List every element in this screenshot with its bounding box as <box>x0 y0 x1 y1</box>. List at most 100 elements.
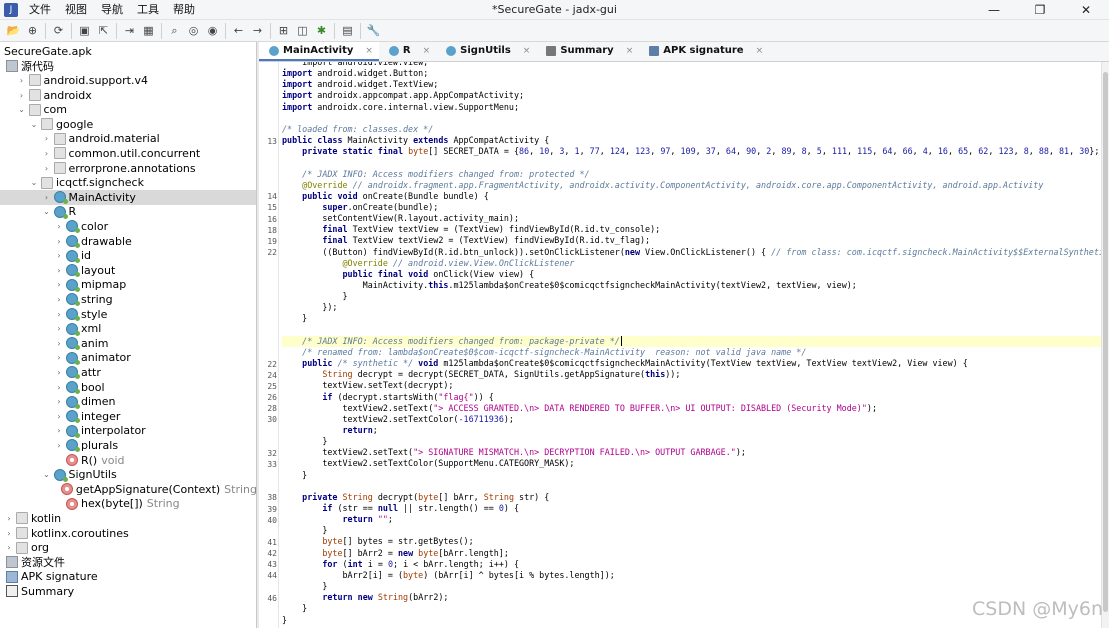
tree-pkg-icqctf-signcheck[interactable]: ⌄ icqctf.signcheck <box>0 175 256 190</box>
tree-class-r-attr[interactable]: › attr <box>0 365 256 380</box>
flatten-packages-icon[interactable]: ▦ <box>140 22 158 40</box>
expand-chevron-icon[interactable]: › <box>54 412 64 421</box>
expand-chevron-icon[interactable]: › <box>54 237 64 246</box>
expand-chevron-icon[interactable]: › <box>17 76 27 85</box>
tree-summary[interactable]: Summary <box>0 584 256 599</box>
menu-view[interactable]: 视图 <box>58 0 94 20</box>
tree-source-code[interactable]: 源代码 <box>0 59 256 74</box>
quark-icon[interactable]: ◫ <box>294 22 312 40</box>
tree-pkg-androidx[interactable]: › androidx <box>0 88 256 103</box>
expand-chevron-icon[interactable]: › <box>54 310 64 319</box>
tab-close-icon[interactable]: × <box>365 46 373 56</box>
tab-summary[interactable]: Summary × <box>536 42 639 61</box>
expand-chevron-icon[interactable]: › <box>42 134 52 143</box>
expand-chevron-icon[interactable]: › <box>4 529 14 538</box>
tree-class-r-mipmap[interactable]: › mipmap <box>0 278 256 293</box>
log-viewer-icon[interactable]: ▤ <box>339 22 357 40</box>
expand-chevron-icon[interactable]: › <box>42 193 52 202</box>
expand-chevron-icon[interactable]: › <box>54 383 64 392</box>
tree-pkg-android-material[interactable]: › android.material <box>0 132 256 147</box>
minimize-button[interactable]: — <box>971 0 1017 20</box>
expand-chevron-icon[interactable]: › <box>42 149 52 158</box>
menu-help[interactable]: 帮助 <box>166 0 202 20</box>
search-icon[interactable]: ⌕ <box>166 22 184 40</box>
tree-class-r-interpolator[interactable]: › interpolator <box>0 424 256 439</box>
expand-chevron-icon[interactable]: › <box>54 266 64 275</box>
search-usage-icon[interactable]: ◉ <box>204 22 222 40</box>
tab-close-icon[interactable]: × <box>626 46 634 56</box>
tree-method-r-constructor[interactable]: R() void <box>0 453 256 468</box>
tab-close-icon[interactable]: × <box>523 46 531 56</box>
expand-chevron-icon[interactable]: › <box>54 353 64 362</box>
expand-chevron-icon[interactable]: › <box>54 441 64 450</box>
preferences-wrench-icon[interactable]: 🔧 <box>365 22 383 40</box>
tree-class-mainactivity[interactable]: › MainActivity <box>0 190 256 205</box>
tree-pkg-common-util-concurrent[interactable]: › common.util.concurrent <box>0 146 256 161</box>
expand-chevron-icon[interactable]: › <box>54 426 64 435</box>
collapse-chevron-icon[interactable]: ⌄ <box>42 207 52 216</box>
tree-pkg-org[interactable]: › org <box>0 540 256 555</box>
collapse-chevron-icon[interactable]: ⌄ <box>29 178 39 187</box>
tree-class-r-color[interactable]: › color <box>0 219 256 234</box>
tree-class-r-style[interactable]: › style <box>0 307 256 322</box>
tree-class-r[interactable]: ⌄ R <box>0 205 256 220</box>
scrollbar-thumb[interactable] <box>1103 72 1108 612</box>
sync-tree-icon[interactable]: ⇥ <box>121 22 139 40</box>
expand-chevron-icon[interactable]: › <box>54 339 64 348</box>
tree-class-r-xml[interactable]: › xml <box>0 321 256 336</box>
expand-chevron-icon[interactable]: › <box>17 91 27 100</box>
menu-file[interactable]: 文件 <box>22 0 58 20</box>
tab-close-icon[interactable]: × <box>756 46 764 56</box>
tree-class-r-integer[interactable]: › integer <box>0 409 256 424</box>
expand-chevron-icon[interactable]: › <box>42 164 52 173</box>
deobfuscation-icon[interactable]: ⊞ <box>275 22 293 40</box>
tree-method-hex[interactable]: hex(byte[]) String <box>0 497 256 512</box>
maximize-button[interactable]: ❐ <box>1017 0 1063 20</box>
expand-chevron-icon[interactable]: › <box>4 543 14 552</box>
tree-class-r-plurals[interactable]: › plurals <box>0 438 256 453</box>
tab-r[interactable]: R × <box>379 42 436 61</box>
expand-chevron-icon[interactable]: › <box>54 397 64 406</box>
code-editor[interactable]: 13 14 15 16 18 19 22 22 24 25 26 28 30 32 33 38 39 40 41 42… <box>259 62 1101 628</box>
tree-method-getappsignature[interactable]: getAppSignature(Context) String <box>0 482 256 497</box>
debugger-bug-icon[interactable]: ✱ <box>313 22 331 40</box>
tree-class-r-anim[interactable]: › anim <box>0 336 256 351</box>
close-button[interactable]: ✕ <box>1063 0 1109 20</box>
menu-navigation[interactable]: 导航 <box>94 0 130 20</box>
expand-chevron-icon[interactable]: › <box>54 251 64 260</box>
add-files-icon[interactable]: ⊕ <box>24 22 42 40</box>
tree-pkg-com[interactable]: ⌄ com <box>0 102 256 117</box>
tab-apk-signature[interactable]: APK signature × <box>639 42 769 61</box>
vertical-scrollbar[interactable] <box>1101 62 1109 628</box>
expand-chevron-icon[interactable]: › <box>54 222 64 231</box>
save-icon[interactable]: ▣ <box>76 22 94 40</box>
tree-pkg-errorprone-annotations[interactable]: › errorprone.annotations <box>0 161 256 176</box>
tree-class-r-drawable[interactable]: › drawable <box>0 234 256 249</box>
menu-tools[interactable]: 工具 <box>130 0 166 20</box>
tree-class-r-layout[interactable]: › layout <box>0 263 256 278</box>
collapse-chevron-icon[interactable]: ⌄ <box>42 470 52 479</box>
expand-chevron-icon[interactable]: › <box>4 514 14 523</box>
tree-pkg-kotlinx-coroutines[interactable]: › kotlinx.coroutines <box>0 526 256 541</box>
tree-root-apk[interactable]: SecureGate.apk <box>0 44 256 59</box>
collapse-chevron-icon[interactable]: ⌄ <box>17 105 27 114</box>
tree-class-r-bool[interactable]: › bool <box>0 380 256 395</box>
open-file-icon[interactable]: 📂 <box>5 22 23 40</box>
reload-icon[interactable]: ⟳ <box>50 22 68 40</box>
tree-class-r-id[interactable]: › id <box>0 248 256 263</box>
collapse-chevron-icon[interactable]: ⌄ <box>29 120 39 129</box>
tab-mainactivity[interactable]: MainActivity × <box>259 42 379 61</box>
tree-pkg-android-support-v4[interactable]: › android.support.v4 <box>0 73 256 88</box>
tree-apk-signature[interactable]: APK signature <box>0 570 256 585</box>
expand-chevron-icon[interactable]: › <box>54 280 64 289</box>
tree-class-r-string[interactable]: › string <box>0 292 256 307</box>
tab-close-icon[interactable]: × <box>423 46 431 56</box>
tree-resources[interactable]: 资源文件 <box>0 555 256 570</box>
export-icon[interactable]: ⇱ <box>95 22 113 40</box>
forward-arrow-icon[interactable]: → <box>249 22 267 40</box>
tree-class-r-animator[interactable]: › animator <box>0 351 256 366</box>
tree-class-signutils[interactable]: ⌄ SignUtils <box>0 467 256 482</box>
back-arrow-icon[interactable]: ← <box>230 22 248 40</box>
tab-signutils[interactable]: SignUtils × <box>436 42 536 61</box>
tree-pkg-kotlin[interactable]: › kotlin <box>0 511 256 526</box>
